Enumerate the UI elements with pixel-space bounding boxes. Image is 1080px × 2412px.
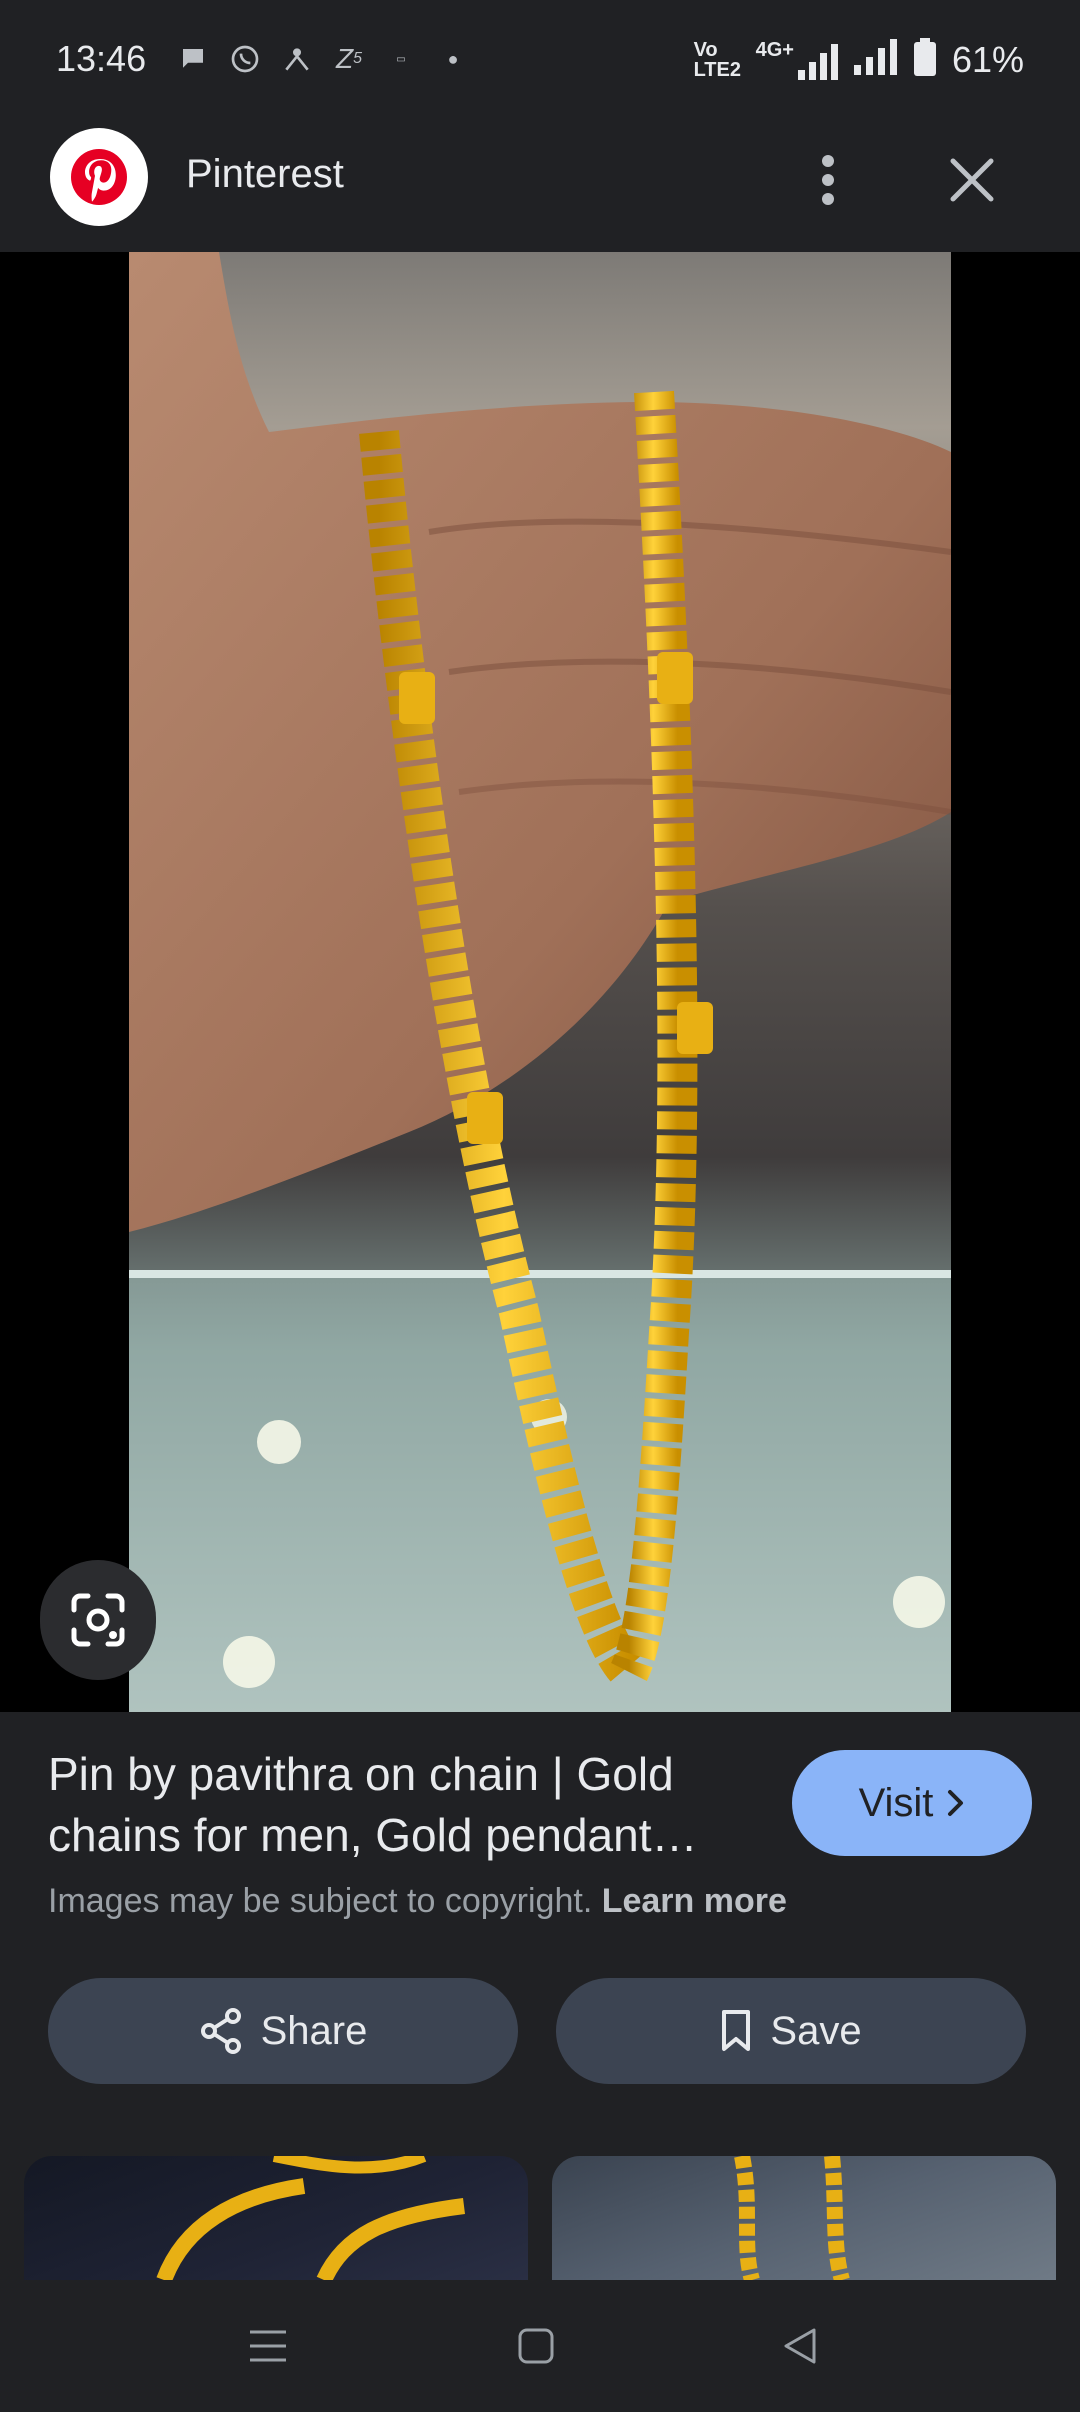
battery-percentage: 61% [951,38,1024,80]
pin-title[interactable]: Pin by pavithra on chain | Gold chains f… [48,1744,768,1866]
copyright-text: Images may be subject to copyright. [48,1882,593,1920]
related-image-thumbnail[interactable] [552,2156,1056,2280]
close-button[interactable] [940,140,1004,220]
visit-button[interactable]: Visit [792,1750,1032,1856]
z5-icon: Z5 [335,43,362,74]
save-button[interactable]: Save [556,1978,1026,2084]
more-options-button[interactable] [800,140,856,220]
google-lens-button[interactable] [40,1560,156,1680]
app-icon: ▭ [396,53,406,65]
back-icon [784,2328,816,2364]
chevron-right-icon [948,1790,964,1816]
dot-icon: ● [447,48,459,69]
share-icon [200,2008,241,2054]
image-viewer[interactable] [0,252,1080,1712]
navigation-bar [0,2280,1080,2412]
visit-label: Visit [858,1780,934,1825]
whatsapp-icon [228,42,262,76]
home-icon [518,2328,554,2364]
related-image-thumbnail[interactable] [24,2156,528,2280]
share-label: Share [260,2008,368,2053]
signal-icon [853,39,898,80]
status-time: 13:46 [56,38,147,79]
system-icons: Vo LTE2 4G+ 61% [694,38,1024,81]
back-button[interactable] [760,2310,840,2382]
pin-image[interactable] [129,252,951,1712]
recents-icon [250,2330,286,2362]
battery-icon [913,38,936,81]
recent-apps-button[interactable] [228,2310,308,2382]
notification-icons: Z5 ▭ ● [176,42,470,76]
status-bar: 13:46 Z5 ▭ ● Vo LTE2 4G+ 61% [0,0,1080,124]
learn-more-link[interactable]: Learn more [602,1882,787,1920]
lens-icon [71,1593,125,1647]
pinterest-logo [50,128,148,226]
network-icon [280,42,314,76]
chat-icon [176,42,210,76]
save-label: Save [770,2008,862,2053]
home-button[interactable] [496,2310,576,2382]
bookmark-icon [722,2010,751,2051]
more-vert-icon [822,155,834,205]
app-title: Pinterest [186,152,344,196]
volte-label: Vo LTE2 [693,38,741,81]
signal-4g-icon: 4G+ [756,40,838,80]
copyright-notice: Images may be subject to copyright. Lear… [48,1882,787,1921]
app-bar: Pinterest [0,124,1080,252]
share-button[interactable]: Share [48,1978,518,2084]
close-icon [950,158,994,202]
